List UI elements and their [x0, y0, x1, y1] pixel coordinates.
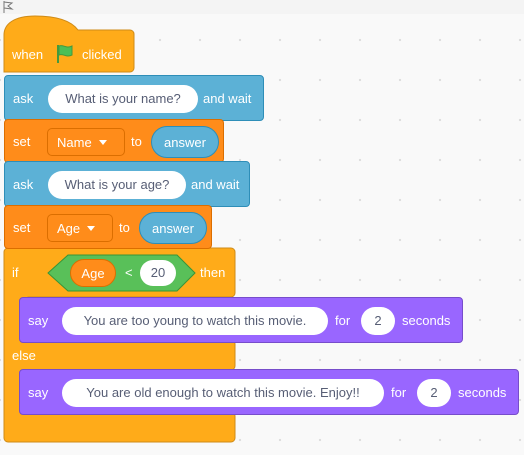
variable-dropdown-age[interactable]: Age: [47, 214, 113, 242]
ask-and-wait-label: and wait: [191, 177, 240, 192]
ask-name-question-input[interactable]: What is your name?: [48, 85, 198, 113]
say-seconds-label: seconds: [458, 385, 507, 400]
when-flag-clicked-hat-shape[interactable]: [0, 0, 140, 80]
set-name-block[interactable]: set Name to answer: [4, 119, 224, 163]
hat-clicked-label: clicked: [82, 47, 122, 62]
say-keyword: say: [28, 313, 49, 328]
say-keyword: say: [28, 385, 49, 400]
else-keyword: else: [12, 348, 36, 363]
say-duration-input[interactable]: 2: [417, 379, 451, 407]
ask-age-block[interactable]: ask What is your age? and wait: [4, 161, 250, 207]
less-than-operator: <: [125, 265, 133, 280]
hat-when-label: when: [12, 47, 44, 62]
say-too-young-block[interactable]: say You are too young to watch this movi…: [19, 297, 463, 343]
say-seconds-label: seconds: [402, 313, 451, 328]
say-duration-input[interactable]: 2: [361, 307, 395, 335]
say-for-label: for: [335, 313, 351, 328]
answer-reporter[interactable]: answer: [151, 126, 219, 158]
ask-name-block[interactable]: ask What is your name? and wait: [4, 75, 264, 121]
chevron-down-icon: [87, 225, 96, 231]
set-age-block[interactable]: set Age to answer: [4, 205, 212, 249]
variable-dropdown-name-label: Name: [57, 134, 92, 150]
ask-keyword: ask: [13, 91, 34, 106]
then-label: then: [200, 265, 226, 280]
set-keyword: set: [13, 134, 31, 149]
ask-keyword: ask: [13, 177, 34, 192]
say-old-enough-message-input[interactable]: You are old enough to watch this movie. …: [62, 379, 384, 407]
answer-reporter[interactable]: answer: [139, 212, 207, 244]
say-old-enough-block[interactable]: say You are old enough to watch this mov…: [19, 369, 519, 415]
chevron-down-icon: [98, 139, 107, 145]
variable-dropdown-age-label: Age: [57, 220, 81, 236]
if-keyword: if: [12, 265, 19, 280]
set-to-label: to: [119, 220, 130, 235]
variable-dropdown-name[interactable]: Name: [47, 128, 125, 156]
set-to-label: to: [131, 134, 142, 149]
age-variable-reporter[interactable]: Age: [70, 259, 116, 287]
ask-and-wait-label: and wait: [203, 91, 252, 106]
set-keyword: set: [13, 220, 31, 235]
green-flag-icon[interactable]: [54, 43, 76, 65]
age-limit-input[interactable]: 20: [140, 260, 176, 286]
say-for-label: for: [391, 385, 407, 400]
ask-age-question-input[interactable]: What is your age?: [48, 171, 186, 199]
say-too-young-message-input[interactable]: You are too young to watch this movie.: [62, 307, 328, 335]
